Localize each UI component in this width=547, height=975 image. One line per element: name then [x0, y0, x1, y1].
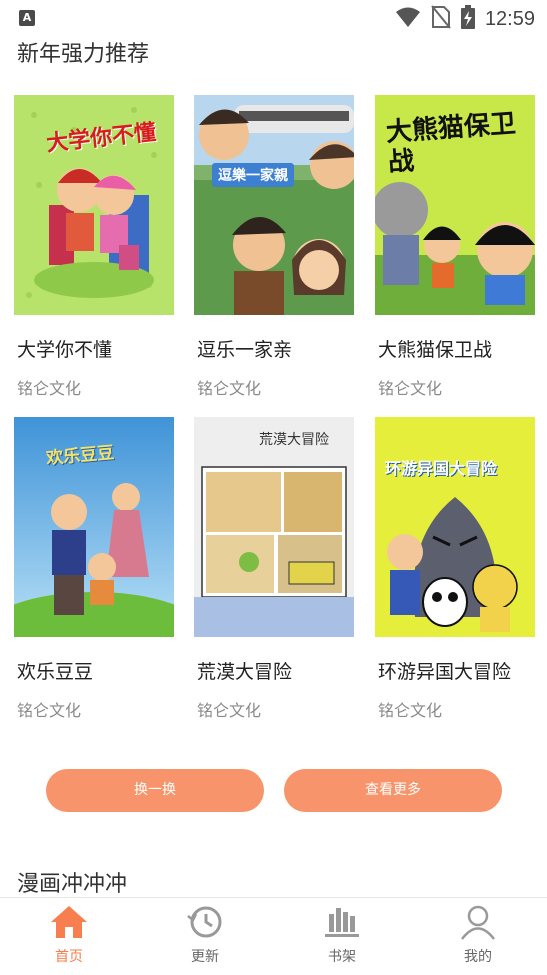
book-title[interactable]: 大学你不懂	[17, 335, 112, 362]
book-author: 铭仑文化	[197, 701, 262, 720]
profile-icon	[461, 905, 495, 940]
refresh-button[interactable]: 换一换	[46, 769, 264, 812]
book-card[interactable]: 逗樂一家親 逗乐一家亲 铭仑文化	[194, 95, 354, 398]
home-icon	[51, 906, 87, 938]
book-card[interactable]: 大学你不懂 大学你不懂 铭仑文化	[14, 95, 174, 398]
status-right: 12:59	[395, 5, 535, 33]
nav-item-profile[interactable]: 我的	[438, 904, 518, 970]
notification-icon: A	[19, 10, 35, 26]
cover-illustration	[375, 417, 535, 637]
nav-label: 首页	[55, 949, 83, 965]
book-author: 铭仑文化	[378, 379, 443, 398]
nav-item-bookshelf[interactable]: 书架	[302, 904, 382, 970]
book-author: 铭仑文化	[17, 379, 82, 398]
book-title[interactable]: 大熊猫保卫战	[378, 335, 492, 362]
book-card[interactable]: 荒漠大冒险 荒漠大冒险 铭仑文化	[194, 417, 354, 720]
nav-item-home[interactable]: 首页	[29, 904, 109, 970]
no-sim-icon	[431, 5, 451, 33]
book-title[interactable]: 逗乐一家亲	[197, 335, 292, 362]
book-cover[interactable]: 荒漠大冒险	[194, 417, 354, 637]
book-cover[interactable]: 欢乐豆豆	[14, 417, 174, 637]
cover-title: 大熊猫保卫战	[385, 108, 517, 178]
book-card[interactable]: 环游异国大冒险 环游异国大冒险 铭仑文化	[375, 417, 535, 720]
cover-illustration	[194, 417, 354, 637]
book-cover[interactable]: 环游异国大冒险	[375, 417, 535, 637]
section-title-recommend: 新年强力推荐	[17, 42, 150, 67]
cover-title: 环游异国大冒险	[385, 459, 498, 478]
book-card[interactable]: 大熊猫保卫战 大熊猫保卫战 铭仑文化	[375, 95, 535, 398]
section-title-comics: 漫画冲冲冲	[17, 872, 128, 897]
book-title[interactable]: 欢乐豆豆	[17, 657, 93, 684]
nav-label: 书架	[328, 949, 356, 965]
status-time: 12:59	[484, 7, 535, 30]
view-more-button[interactable]: 查看更多	[284, 769, 502, 812]
cover-title: 逗樂一家親	[212, 163, 294, 187]
book-title[interactable]: 环游异国大冒险	[378, 657, 511, 684]
nav-label: 更新	[191, 949, 219, 965]
status-bar: A 12:59	[0, 0, 547, 36]
book-author: 铭仑文化	[197, 379, 262, 398]
nav-label: 我的	[464, 949, 492, 965]
history-icon	[187, 906, 222, 938]
book-title[interactable]: 荒漠大冒险	[197, 657, 292, 684]
book-cover[interactable]: 逗樂一家親	[194, 95, 354, 315]
battery-charging-icon	[460, 5, 475, 33]
book-cover[interactable]: 大学你不懂	[14, 95, 174, 315]
book-author: 铭仑文化	[17, 701, 82, 720]
cover-title: 荒漠大冒险	[259, 432, 329, 448]
nav-item-updates[interactable]: 更新	[165, 904, 245, 970]
book-cover[interactable]: 大熊猫保卫战	[375, 95, 535, 315]
bottom-nav: 首页 更新 书架 我的	[0, 897, 547, 975]
book-author: 铭仑文化	[378, 701, 443, 720]
wifi-icon	[395, 6, 421, 32]
cover-illustration	[194, 95, 354, 315]
book-card[interactable]: 欢乐豆豆 欢乐豆豆 铭仑文化	[14, 417, 174, 720]
bookshelf-icon	[325, 908, 359, 937]
